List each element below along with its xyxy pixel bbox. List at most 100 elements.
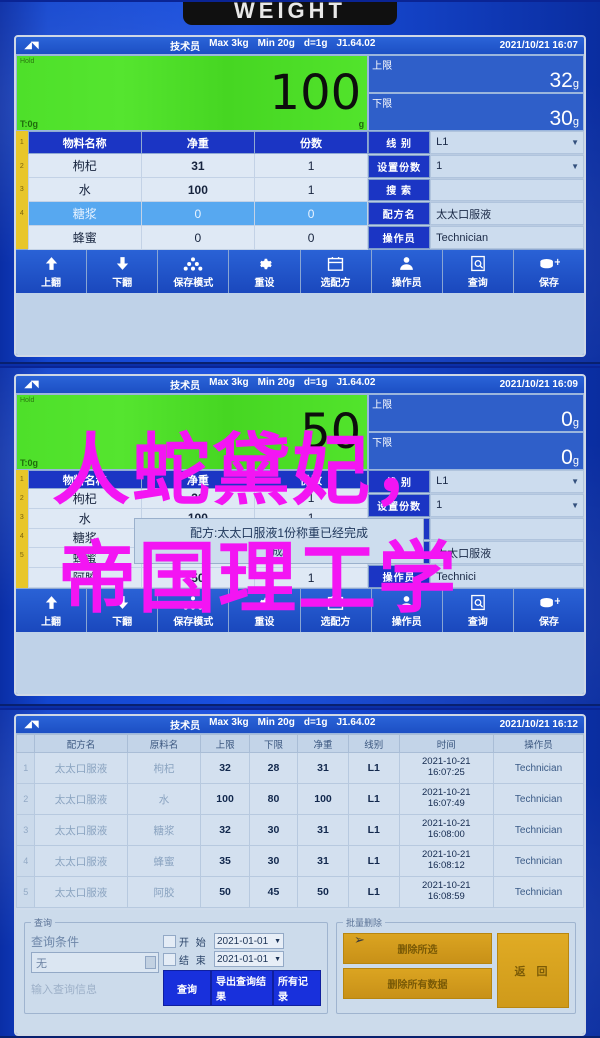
page-up-button[interactable]: 上翻 [16, 250, 88, 293]
cell-date-part: 2021-10-21 [422, 787, 471, 799]
upper-limit-box-1: 上限 32g [368, 55, 584, 93]
status-datetime-3: 2021/10/21 16:12 [499, 719, 578, 730]
cell-recipe: 太太口服液 [34, 783, 128, 815]
cell-lower: 28 [248, 752, 299, 784]
records-table[interactable]: 配方名 原料名 上限 下限 净重 线别 时间 操作员 1 太太口服液 枸杞 32… [16, 734, 584, 908]
table-row[interactable]: 2 太太口服液 水 100 80 100 L1 2021-10-21 16:07:… [16, 783, 584, 815]
table-row[interactable]: 4 太太口服液 蜂蜜 35 30 31 L1 2021-10-21 16:08:1… [16, 845, 584, 877]
save-button[interactable]: + 保存 [513, 250, 584, 293]
export-results-button[interactable]: 导出查询结果 [211, 970, 273, 1006]
cell-upper: 35 [200, 845, 250, 877]
search-label[interactable]: 搜 索 [368, 178, 431, 202]
query-condition-value: 无 [36, 957, 47, 970]
table-row[interactable]: 蜂蜜 0 0 [27, 225, 369, 250]
upper-limit-unit-2: g [572, 416, 579, 429]
table-row[interactable]: 3 太太口服液 糖浆 32 30 31 L1 2021-10-21 16:08:0… [16, 814, 584, 846]
start-date-picker[interactable]: 2021-01-01 ▼ [214, 933, 284, 949]
cell-net: 50 [297, 876, 349, 908]
status-capacity: Max 3kg [209, 377, 249, 388]
save-btn-label: 保存 [538, 617, 559, 628]
table-row[interactable]: 糖浆 0 0 [27, 201, 369, 226]
line-select[interactable]: L1 ▼ [430, 131, 584, 154]
chevron-down-icon[interactable]: ▼ [571, 501, 579, 510]
table-header-row: 物料名称 净重 份数 [27, 131, 369, 154]
back-button[interactable]: 返 回 [497, 933, 569, 1008]
chevron-down-icon[interactable]: ▼ [274, 956, 281, 963]
search-input[interactable] [430, 178, 584, 202]
cell-portions: 1 [253, 153, 369, 178]
end-date-picker[interactable]: 2021-01-01 ▼ [214, 951, 284, 967]
cell-time-part: 16:08:59 [427, 891, 465, 902]
query-input-placeholder[interactable]: 输入查询信息 [31, 981, 159, 997]
screen-bezel-1: ◢◥ 技术员 Max 3kg Min 20g d=1g J1.64.02 202… [14, 35, 586, 357]
save-button[interactable]: + 保存 [513, 589, 584, 632]
end-date-checkbox[interactable] [163, 952, 176, 966]
line-select[interactable]: L1 ▼ [430, 470, 584, 493]
cell-time: 2021-10-21 16:07:25 [398, 752, 495, 784]
gear-icon [255, 254, 273, 273]
cell-recipe: 太太口服液 [34, 845, 128, 877]
bulk-delete-group: 批量删除 删除所选 删除所有数据 返 回 [336, 916, 576, 1014]
status-datetime-2: 2021/10/21 16:09 [499, 379, 578, 390]
screen-bezel-3: ◢◥ 技术员 Max 3kg Min 20g d=1g J1.64.02 202… [14, 714, 586, 1036]
cell-material: 蜂蜜 [126, 845, 202, 877]
cell-date-part: 2021-10-21 [422, 818, 471, 830]
run-query-button[interactable]: 查询 [163, 970, 211, 1006]
dropdown-box-icon[interactable] [145, 956, 156, 969]
screen-3: ◢◥ 技术员 Max 3kg Min 20g d=1g J1.64.02 202… [16, 716, 584, 1034]
col-operator: 操作员 [493, 734, 584, 753]
set-portions-select[interactable]: 1 ▼ [430, 154, 584, 178]
row-number: 1 [19, 139, 24, 147]
operator-button[interactable]: 操作员 [371, 250, 443, 293]
cell-material: 糖浆 [126, 814, 202, 846]
save-btn-label: 保存 [538, 278, 559, 289]
set-portions-select[interactable]: 1 ▼ [430, 493, 584, 517]
lower-limit-unit-2: g [572, 454, 579, 467]
cell-net: 31 [297, 814, 349, 846]
cell-time: 2021-10-21 16:08:00 [398, 814, 495, 846]
reset-button[interactable]: 重设 [229, 250, 301, 293]
save-plus-icon: + [538, 254, 560, 273]
col-portions: 份数 [253, 131, 369, 154]
table-row[interactable]: 5 太太口服液 阿胶 50 45 50 L1 2021-10-21 16:08:5… [16, 876, 584, 908]
set-portions-value: 1 [436, 160, 443, 173]
screenshot-root: WEIGHT ◢◥ 技术员 Max 3kg Min 20g d=1g J1.64… [0, 0, 600, 1038]
cell-operator: Technician [493, 752, 584, 784]
upper-limit-value-2: 0 [561, 407, 573, 431]
cell-index: 2 [16, 783, 36, 815]
arrow-down-icon [114, 254, 131, 273]
table-row[interactable]: 枸杞 31 1 [27, 153, 369, 178]
cell-time: 2021-10-21 16:07:49 [398, 783, 495, 815]
start-date-checkbox[interactable] [163, 934, 176, 948]
cell-lower: 30 [248, 814, 299, 846]
hold-indicator: Hold [20, 58, 35, 65]
query-condition-select[interactable]: 无 [31, 952, 159, 973]
cell-operator: Technician [493, 876, 584, 908]
cell-material: 蜂蜜 [27, 225, 142, 250]
query-button[interactable]: 查询 [442, 250, 514, 293]
all-records-button[interactable]: 所有记录 [273, 970, 321, 1006]
recipe-name-value-box[interactable]: 太太口服液 [430, 202, 584, 226]
delete-selected-button[interactable]: 删除所选 [343, 933, 492, 964]
bottom-toolbar-1: 上翻 下翻 保存模式 重设 选配方 操作员 查询 保存 [16, 249, 584, 293]
page-down-button[interactable]: 下翻 [87, 250, 159, 293]
operator-value-box[interactable]: Technician [430, 226, 584, 249]
delete-all-button[interactable]: 删除所有数据 [343, 968, 492, 999]
cell-index: 1 [16, 752, 36, 784]
cell-upper: 32 [200, 752, 250, 784]
primary-weight-readout-1: Hold 100 T:0g g [16, 55, 369, 131]
chevron-down-icon[interactable]: ▼ [571, 138, 579, 147]
save-mode-button[interactable]: 保存模式 [158, 250, 230, 293]
cell-upper: 50 [200, 876, 250, 908]
select-recipe-button[interactable]: 选配方 [300, 250, 372, 293]
chevron-down-icon[interactable]: ▼ [571, 477, 579, 486]
operator-btn-label: 操作员 [391, 278, 422, 289]
table-row[interactable]: 1 太太口服液 枸杞 32 28 31 L1 2021-10-21 16:07:2… [16, 752, 584, 784]
chevron-down-icon[interactable]: ▼ [274, 938, 281, 945]
cell-line: L1 [347, 783, 400, 815]
ingredient-table-1[interactable]: 物料名称 净重 份数 枸杞 31 1 水 100 1 糖浆 0 0 蜂蜜 0 0 [27, 131, 369, 250]
calendar-icon [327, 254, 344, 273]
cell-net: 0 [140, 225, 255, 250]
table-row[interactable]: 水 100 1 [27, 177, 369, 202]
chevron-down-icon[interactable]: ▼ [571, 162, 579, 171]
